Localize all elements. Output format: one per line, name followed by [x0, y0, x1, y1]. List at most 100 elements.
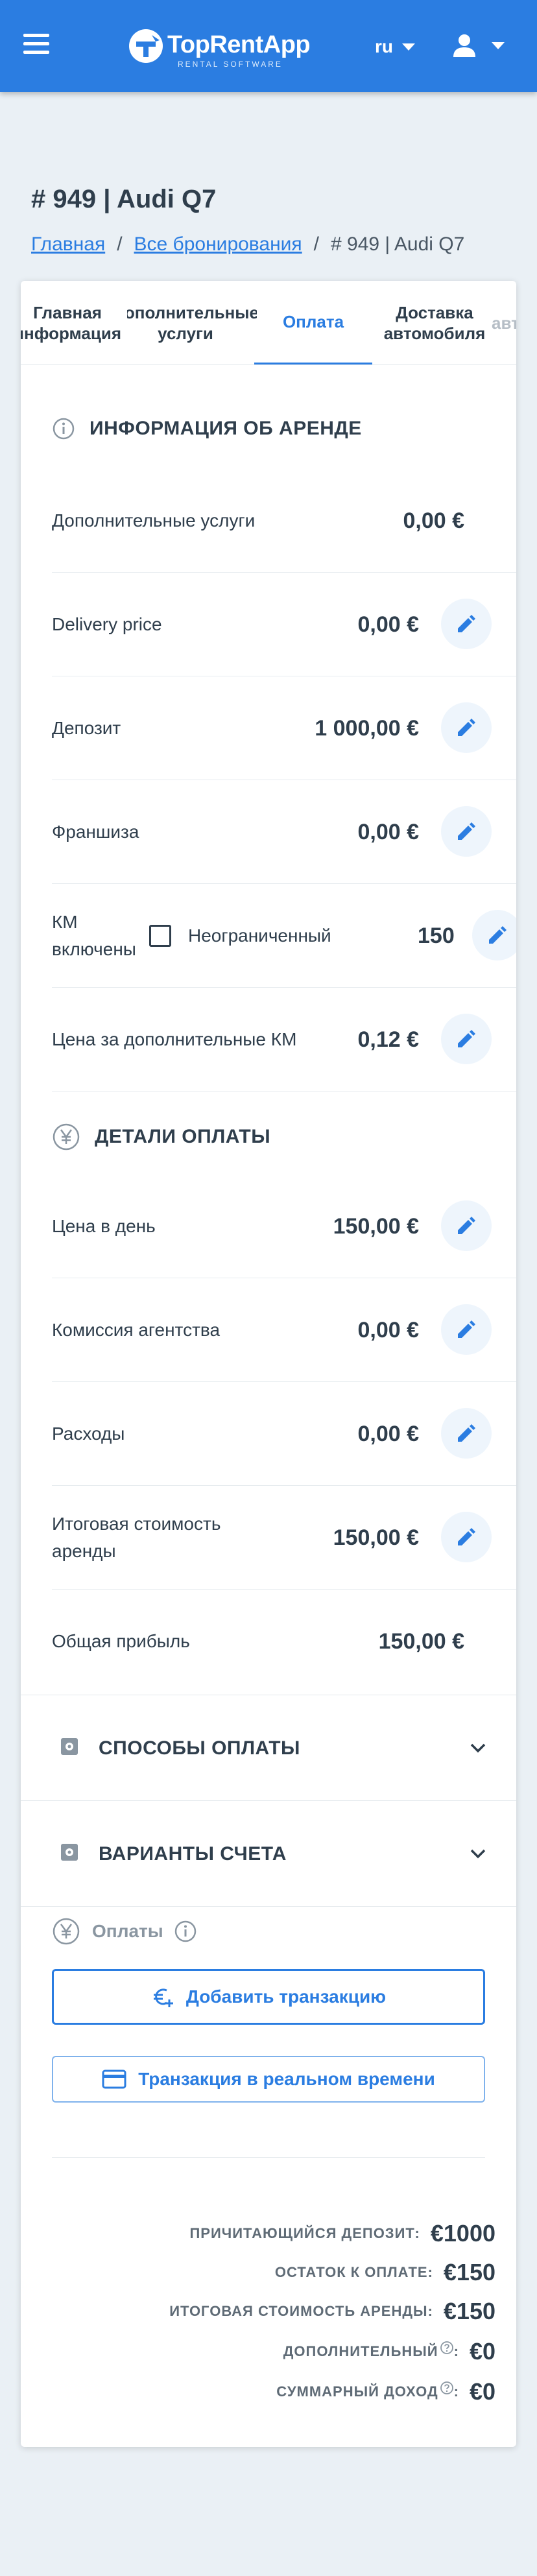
- chevron-down-icon: [492, 42, 505, 49]
- km-value: 150: [418, 923, 455, 948]
- booking-card: Главная информация Дополнительные услуги…: [21, 281, 516, 2447]
- breadcrumb-bookings-link[interactable]: Все бронирования: [134, 233, 302, 256]
- row-label: Delivery price: [52, 614, 162, 634]
- help-icon[interactable]: [440, 2381, 454, 2395]
- edit-button[interactable]: [441, 1200, 492, 1251]
- tab-payment[interactable]: Оплата: [254, 281, 372, 364]
- row-label: Итоговая стоимость аренды: [52, 1514, 221, 1561]
- pencil-icon: [458, 1030, 475, 1047]
- breadcrumb-home-link[interactable]: Главная: [31, 233, 105, 256]
- euro-plus-icon: [153, 1988, 173, 2007]
- hamburger-menu-icon[interactable]: [23, 34, 49, 57]
- total-colon: :: [453, 2383, 459, 2400]
- edit-button[interactable]: [441, 1014, 492, 1064]
- rental-info-header: ИНФОРМАЦИЯ ОБ АРЕНДЕ: [52, 417, 362, 440]
- total-balance-due: ОСТАТОК К ОПЛАТЕ: €150: [275, 2259, 495, 2286]
- credit-card-icon: [102, 2069, 126, 2089]
- total-income: СУММАРНЫЙ ДОХОД : €0: [276, 2378, 495, 2405]
- logo-name: TopRentApp: [167, 31, 311, 58]
- tab-next[interactable]: авт: [492, 281, 516, 364]
- edit-button[interactable]: [441, 1304, 492, 1355]
- rental-info-title: ИНФОРМАЦИЯ ОБ АРЕНДЕ: [90, 418, 362, 439]
- pencil-icon: [458, 615, 475, 632]
- chevron-down-icon: [402, 43, 415, 51]
- row-label: Расходы: [52, 1424, 125, 1444]
- tab-extra-services[interactable]: Дополнительные услуги: [127, 281, 257, 364]
- row-label: Общая прибыль: [52, 1631, 190, 1651]
- add-transaction-button[interactable]: Добавить транзакцию: [52, 1969, 485, 2025]
- total-value: €1000: [430, 2220, 495, 2247]
- total-value: €150: [443, 2298, 495, 2324]
- info-icon: [53, 418, 75, 440]
- payments-title: Оплаты: [92, 1921, 163, 1941]
- row-km-included: КМ включены Неограниченный 150: [52, 884, 516, 988]
- row-franchise: Франшиза 0,00 €: [52, 780, 516, 884]
- logo-subtitle: RENTAL SOFTWARE: [178, 60, 283, 69]
- edit-button[interactable]: [441, 806, 492, 857]
- total-label: ИТОГОВАЯ СТОИМОСТЬ АРЕНДЫ:: [169, 2303, 433, 2319]
- invoice-options-section[interactable]: ВАРИАНТЫ СЧЕТА: [21, 1800, 516, 1906]
- realtime-transaction-label: Транзакция в реальном времени: [138, 2069, 435, 2089]
- realtime-transaction-button[interactable]: Транзакция в реальном времени: [52, 2056, 485, 2103]
- pencil-icon: [458, 1528, 475, 1545]
- user-menu[interactable]: [451, 32, 505, 58]
- breadcrumb-separator: /: [117, 233, 123, 255]
- row-label: КМ включены: [52, 912, 136, 959]
- divider: [52, 2157, 485, 2158]
- add-transaction-label: Добавить транзакцию: [185, 1986, 387, 2007]
- tab-main-info[interactable]: Главная информация: [21, 281, 121, 364]
- chevron-down-icon: [470, 1849, 486, 1859]
- edit-button[interactable]: [441, 1512, 492, 1562]
- edit-button[interactable]: [472, 910, 516, 960]
- edit-button[interactable]: [441, 1408, 492, 1459]
- tab-extra-services-label: Дополнительные услуги: [127, 302, 257, 344]
- yen-coin-icon: [53, 1918, 80, 1945]
- tab-car-delivery[interactable]: Доставка автомобиля: [377, 281, 492, 364]
- payment-methods-title: СПОСОБЫ ОПЛАТЫ: [99, 1737, 300, 1759]
- settings-icon: [61, 1844, 78, 1861]
- unlimited-checkbox-label[interactable]: Неограниченный: [188, 884, 331, 988]
- pencil-icon: [458, 822, 475, 840]
- logo-mark-icon: [129, 29, 163, 63]
- language-label: ru: [375, 36, 393, 56]
- payment-methods-section[interactable]: СПОСОБЫ ОПЛАТЫ: [21, 1695, 516, 1800]
- row-agency-commission: Комиссия агентства 0,00 €: [52, 1278, 516, 1382]
- row-value: 0,00 €: [403, 508, 464, 533]
- payment-details-header: ДЕТАЛИ ОПЛАТЫ: [52, 1123, 270, 1151]
- total-deposit-due: ПРИЧИТАЮЩИЙСЯ ДЕПОЗИТ: €1000: [189, 2220, 495, 2247]
- unlimited-checkbox[interactable]: [149, 925, 171, 947]
- logo[interactable]: TopRentApp RENTAL SOFTWARE: [127, 25, 315, 70]
- row-price-per-day: Цена в день 150,00 €: [52, 1175, 516, 1278]
- row-label: Комиссия агентства: [52, 1320, 221, 1340]
- row-total-profit: Общая прибыль 150,00 €: [52, 1590, 516, 1693]
- total-value: €0: [469, 2378, 495, 2405]
- row-label: Цена в день: [52, 1216, 156, 1236]
- total-value: €0: [469, 2338, 495, 2365]
- total-rental-cost: ИТОГОВАЯ СТОИМОСТЬ АРЕНДЫ: €150: [169, 2298, 495, 2325]
- breadcrumb-current: # 949 | Audi Q7: [331, 233, 465, 255]
- row-label: Франшиза: [52, 822, 139, 842]
- pencil-icon: [458, 1320, 475, 1338]
- row-label: Дополнительные услуги: [52, 510, 256, 531]
- page-title: # 949 | Audi Q7: [31, 185, 217, 213]
- help-icon[interactable]: [440, 2341, 454, 2355]
- pencil-icon: [458, 1217, 475, 1234]
- pencil-icon: [489, 926, 507, 944]
- pencil-icon: [458, 719, 475, 736]
- invoice-options-title: ВАРИАНТЫ СЧЕТА: [99, 1843, 287, 1865]
- row-value: 1 000,00 €: [315, 715, 419, 741]
- row-value: 0,12 €: [357, 1027, 419, 1052]
- top-navbar: TopRentApp RENTAL SOFTWARE ru: [0, 0, 537, 92]
- edit-button[interactable]: [441, 599, 492, 649]
- edit-button[interactable]: [441, 702, 492, 753]
- pencil-icon: [458, 1424, 475, 1442]
- row-value: 0,00 €: [357, 612, 419, 637]
- language-selector[interactable]: ru: [375, 36, 415, 57]
- row-value: 0,00 €: [357, 819, 419, 844]
- total-additional: ДОПОЛНИТЕЛЬНЫЙ : €0: [283, 2338, 495, 2365]
- info-icon[interactable]: [174, 1920, 197, 1943]
- row-delivery-price: Delivery price 0,00 €: [52, 573, 516, 676]
- total-label: ДОПОЛНИТЕЛЬНЫЙ: [283, 2343, 438, 2359]
- yen-coin-icon: [53, 1123, 80, 1151]
- row-deposit: Депозит 1 000,00 €: [52, 676, 516, 780]
